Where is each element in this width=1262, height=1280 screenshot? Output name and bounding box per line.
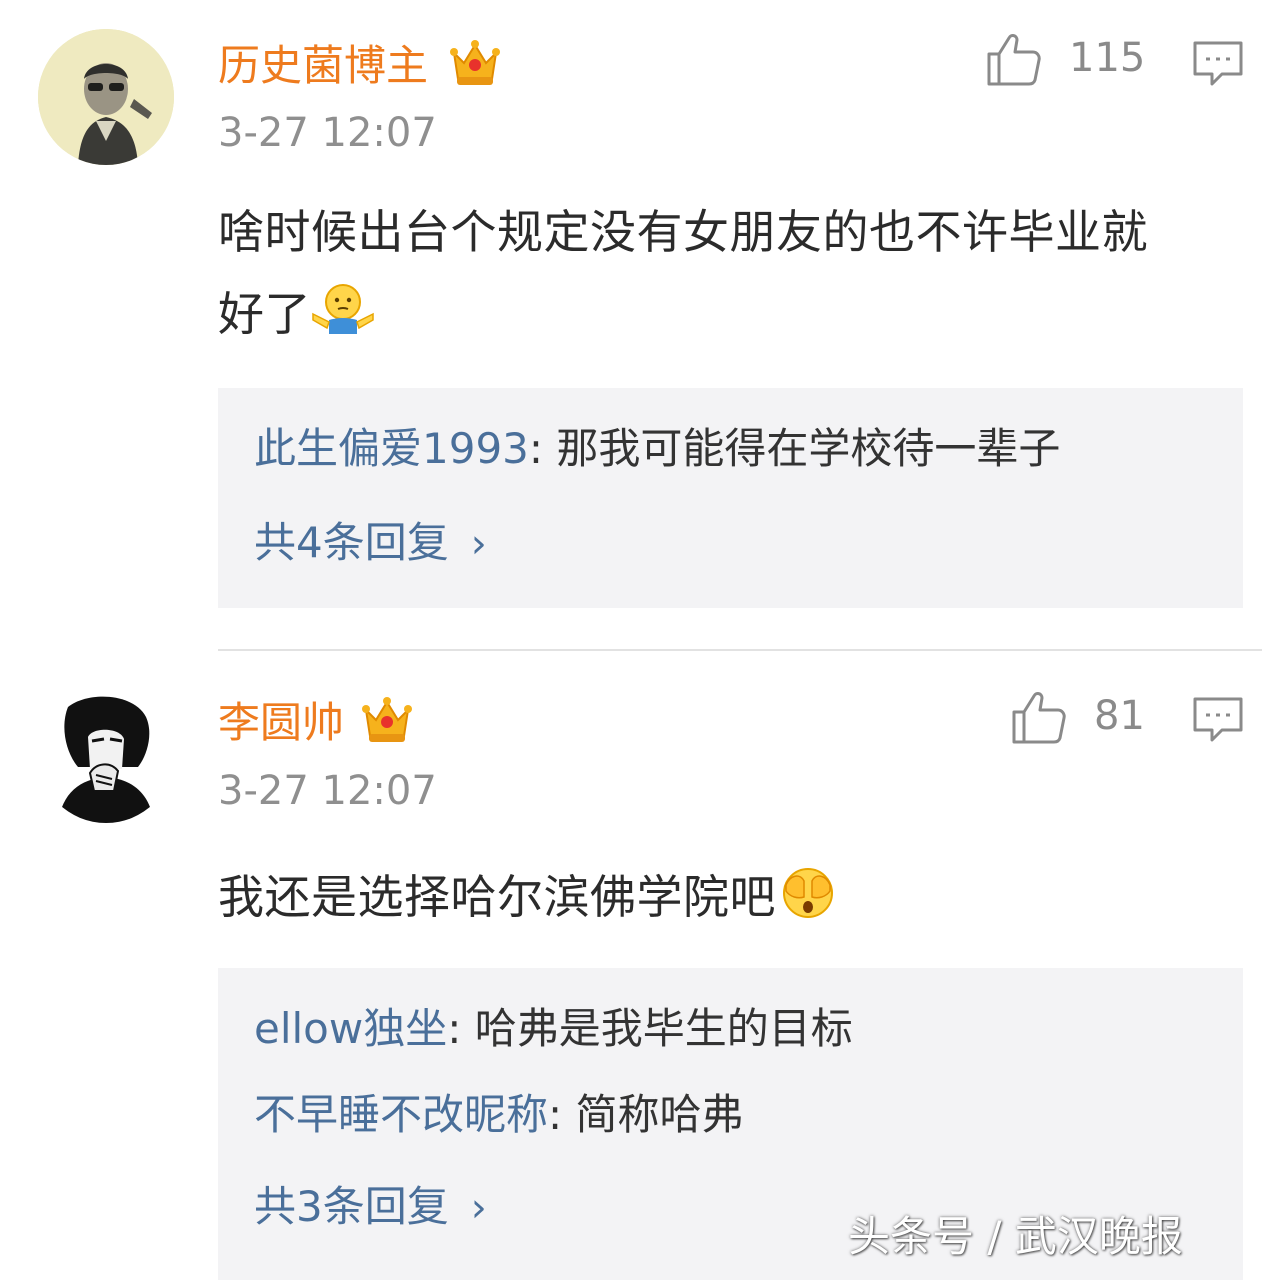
- view-all-replies-link[interactable]: 共4条回复 ›: [254, 518, 487, 569]
- avatar[interactable]: [38, 29, 174, 165]
- reply-text: : 哈弗是我毕生的目标: [447, 1004, 853, 1053]
- reply-icon[interactable]: [1192, 40, 1244, 88]
- reply-text: : 简称哈弗: [548, 1090, 744, 1139]
- comment-divider: [218, 649, 1262, 651]
- crown-icon: [448, 35, 502, 89]
- comment-text-line: 好了: [218, 273, 1248, 355]
- reply-icon[interactable]: [1192, 696, 1244, 744]
- watermark: 头条号 / 武汉晚报: [848, 1212, 1183, 1261]
- username[interactable]: 李圆帅: [218, 698, 344, 748]
- like-button[interactable]: 81: [1010, 688, 1170, 748]
- comment-item: 历史菌博主 3-27 12:07 115 啥时候出台个规定没有女朋友的也不许毕业…: [0, 0, 1262, 650]
- like-count: 115: [1069, 35, 1146, 81]
- avatar[interactable]: [38, 687, 174, 823]
- comment-text-fragment: 我还是选择哈尔滨佛学院吧: [218, 870, 776, 924]
- reply-username[interactable]: ellow独坐: [254, 1004, 447, 1053]
- reply-total-label: 共3条回复: [254, 1182, 449, 1231]
- reply-line: ellow独坐: 哈弗是我毕生的目标: [254, 1004, 853, 1054]
- reply-total-label: 共4条回复: [254, 518, 449, 567]
- comment-text: 啥时候出台个规定没有女朋友的也不许毕业就 好了: [218, 191, 1248, 355]
- crown-icon: [360, 692, 414, 746]
- reply-username[interactable]: 不早睡不改昵称: [254, 1090, 548, 1139]
- reply-line: 此生偏爱1993: 那我可能得在学校待一辈子: [254, 424, 1060, 474]
- username[interactable]: 历史菌博主: [218, 41, 428, 91]
- comment-text-line: 啥时候出台个规定没有女朋友的也不许毕业就: [218, 205, 1148, 259]
- reply-preview-box[interactable]: 此生偏爱1993: 那我可能得在学校待一辈子 共4条回复 ›: [218, 388, 1243, 608]
- comment-item: 李圆帅 3-27 12:07 81 我还是选择哈尔滨佛学院吧 ellow独坐: …: [0, 652, 1262, 1280]
- comment-timestamp: 3-27 12:07: [218, 768, 437, 814]
- reply-text: : 那我可能得在学校待一辈子: [528, 424, 1061, 473]
- thumbs-up-icon: [1012, 692, 1066, 744]
- like-count: 81: [1094, 693, 1145, 739]
- comment-timestamp: 3-27 12:07: [218, 110, 437, 156]
- chevron-right-icon: ›: [470, 1185, 487, 1231]
- view-all-replies-link[interactable]: 共3条回复 ›: [254, 1182, 487, 1233]
- thumbs-up-icon: [987, 34, 1041, 86]
- reply-line: 不早睡不改昵称: 简称哈弗: [254, 1090, 744, 1140]
- shrug-emoji-icon: [311, 280, 375, 338]
- comment-text: 我还是选择哈尔滨佛学院吧: [218, 856, 1248, 938]
- see-no-evil-emoji-icon: [776, 863, 840, 921]
- chevron-right-icon: ›: [470, 521, 487, 567]
- like-button[interactable]: 115: [985, 30, 1145, 90]
- reply-username[interactable]: 此生偏爱1993: [254, 424, 529, 473]
- comment-text-fragment: 好了: [218, 287, 311, 341]
